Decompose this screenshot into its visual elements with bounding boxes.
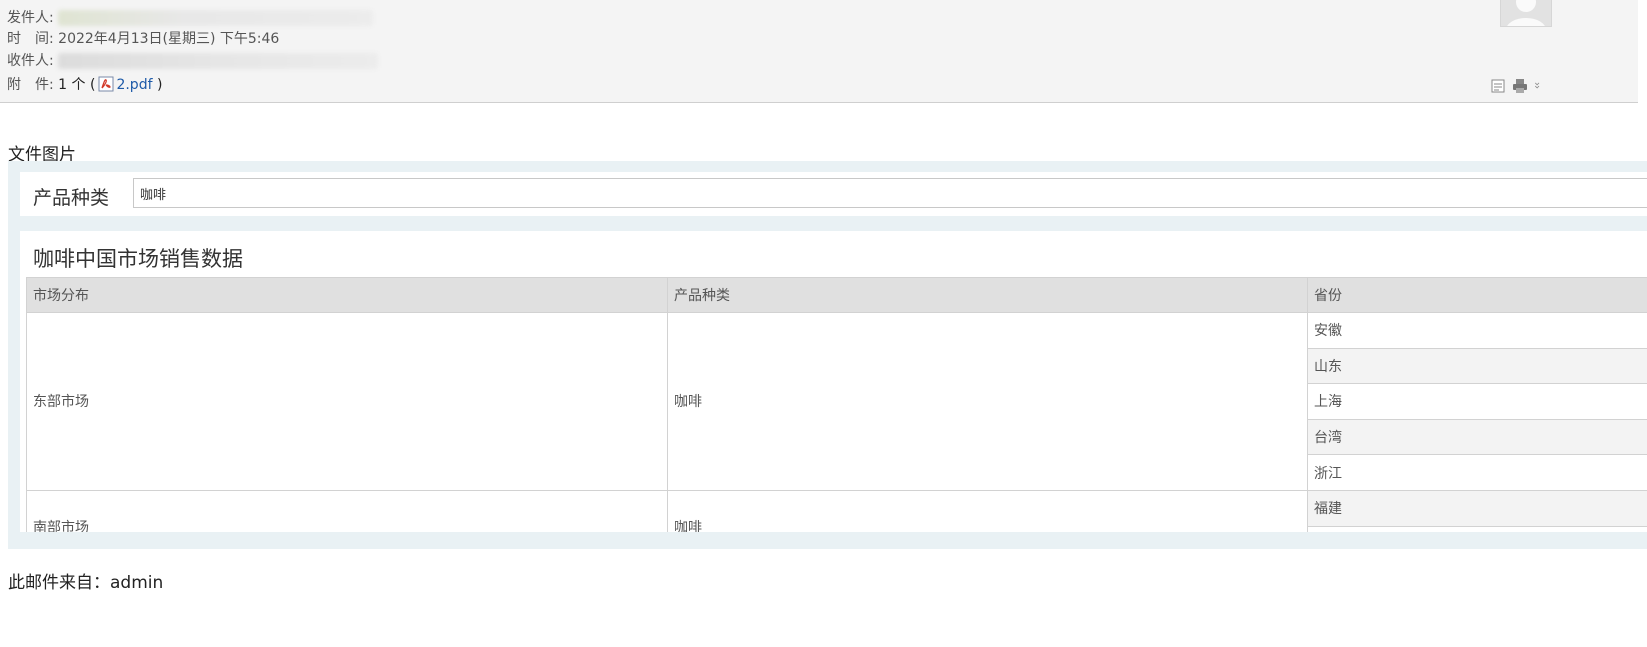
report-box: 咖啡中国市场销售数据 市场分布 产品种类 省份 东部市场 咖啡 安徽 山东 上海…	[20, 231, 1647, 532]
avatar[interactable]	[1500, 0, 1552, 27]
note-icon[interactable]	[1490, 78, 1506, 94]
sender-label: 发件人:	[7, 10, 54, 26]
filter-label: 产品种类	[33, 187, 110, 209]
recipient-value-redacted[interactable]	[58, 53, 379, 69]
table-row: 东部市场 咖啡 安徽	[26, 312, 1647, 491]
province-cell: 安徽	[1307, 312, 1647, 349]
attachment-link[interactable]: 2.pdf	[116, 77, 152, 93]
time-row: 时 间: 2022年4月13日(星期三) 下午5:46	[7, 30, 279, 48]
market-cell: 南部市场	[26, 489, 668, 532]
time-value: 2022年4月13日(星期三) 下午5:46	[58, 31, 280, 47]
table-row: 南部市场 咖啡 福建	[26, 489, 1647, 532]
chevron-down-icon[interactable]	[1534, 78, 1544, 94]
recipient-label: 收件人:	[7, 53, 54, 69]
filter-box: 产品种类	[20, 172, 1647, 216]
report-panel: 产品种类 咖啡中国市场销售数据 市场分布 产品种类 省份 东部市场 咖啡 安徽	[8, 161, 1647, 549]
product-cell: 咖啡	[667, 489, 1308, 532]
product-type-input[interactable]	[133, 178, 1647, 208]
sender-value-redacted[interactable]	[58, 10, 374, 26]
recipient-row: 收件人:	[7, 52, 379, 70]
market-cell: 东部市场	[26, 312, 668, 491]
attachment-row: 附 件: 1 个 ( 2.pdf )	[7, 76, 162, 94]
province-cell: 浙江	[1307, 454, 1647, 491]
mail-footer: 此邮件来自：admin	[8, 573, 164, 593]
province-cell: 福建	[1307, 489, 1647, 527]
sender-row: 发件人:	[7, 9, 374, 27]
mail-toolbar	[1490, 78, 1544, 94]
mail-header: 发件人: 时 间: 2022年4月13日(星期三) 下午5:46 收件人: 附 …	[0, 0, 1638, 103]
province-cell-empty	[1307, 525, 1647, 532]
attachment-count: 1 个 (	[58, 77, 96, 93]
product-cell: 咖啡	[667, 312, 1308, 491]
sales-table: 市场分布 产品种类 省份 东部市场 咖啡 安徽 山东 上海 台湾 浙江 南部市场…	[26, 277, 1647, 532]
column-header-product[interactable]: 产品种类	[667, 277, 1308, 313]
attachment-close: )	[156, 77, 163, 93]
print-icon[interactable]	[1512, 78, 1528, 94]
time-label: 时 间:	[7, 31, 54, 47]
report-title: 咖啡中国市场销售数据	[33, 247, 243, 271]
column-header-province[interactable]: 省份	[1307, 277, 1647, 313]
table-header-row: 市场分布 产品种类 省份	[26, 277, 1647, 313]
pdf-icon[interactable]	[98, 76, 114, 92]
attachment-label: 附 件:	[7, 77, 54, 93]
province-cell: 山东	[1307, 347, 1647, 385]
province-cell: 台湾	[1307, 418, 1647, 456]
column-header-market[interactable]: 市场分布	[26, 277, 668, 313]
province-cell: 上海	[1307, 383, 1647, 420]
